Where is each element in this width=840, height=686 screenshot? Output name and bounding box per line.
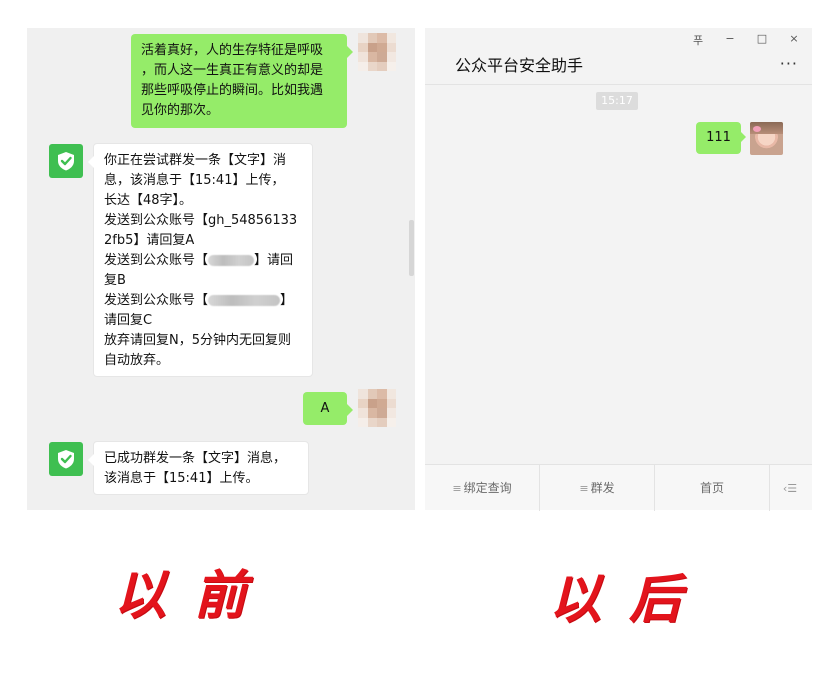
message-line: 发送到公众账号【gh_54856133: [104, 213, 298, 228]
message-line: 长达【48字】。: [104, 193, 193, 208]
user-avatar-photo[interactable]: [750, 122, 783, 155]
message-line: 放弃请回复N，5分钟内无回复则: [104, 333, 291, 348]
message-line: 发送到公众账号【 】请回: [104, 251, 302, 271]
chat-header: 公众平台安全助手 푸 − □ × ···: [425, 28, 812, 85]
message-line: 活着真好，人的生存特征是呼吸: [141, 43, 324, 58]
shield-check-icon[interactable]: [49, 144, 83, 178]
label-after: 以后: [549, 569, 710, 630]
tab-binding-query[interactable]: ≡ 绑定查询: [425, 465, 540, 511]
received-message-bubble[interactable]: 已成功群发一条【文字】消息， 该消息于【15:41】上传。: [88, 441, 309, 495]
blurred-account-name: [208, 255, 255, 266]
hamburger-icon: ≡: [452, 482, 462, 495]
message-text: 111: [706, 130, 731, 145]
keyboard-switch-icon: ‹☰: [782, 482, 798, 495]
message-text: 】请回: [254, 253, 294, 268]
keyboard-toggle-button[interactable]: ‹☰: [770, 465, 812, 511]
message-line: 息，该消息于【15:41】上传，: [104, 173, 285, 188]
message-line: 2fb5】请回复A: [104, 233, 195, 248]
maximize-icon[interactable]: □: [755, 32, 769, 45]
message-line: ，而人这一生真正有意义的却是: [141, 63, 324, 78]
message-text: 】: [280, 293, 294, 308]
pin-icon[interactable]: 푸: [691, 32, 705, 48]
message-line: 已成功群发一条【文字】消息，: [104, 451, 287, 466]
message-line: 那些呼吸停止的瞬间。比如我遇: [141, 83, 324, 98]
message-text: A: [320, 401, 330, 416]
message-line: 自动放弃。: [104, 353, 170, 368]
message-text: 发送到公众账号【: [104, 253, 209, 268]
menu-tabbar: ≡ 绑定查询 ≡ 群发 首页 ‹☰: [425, 464, 812, 511]
tab-label: 群发: [590, 481, 615, 495]
more-options-icon[interactable]: ···: [780, 54, 798, 73]
tab-home[interactable]: 首页: [655, 465, 770, 511]
user-avatar-pixelated[interactable]: [358, 389, 396, 427]
received-message-bubble[interactable]: 你正在尝试群发一条【文字】消 息，该消息于【15:41】上传， 长达【48字】。…: [88, 143, 313, 377]
tab-label: 首页: [699, 481, 724, 495]
hamburger-icon: ≡: [579, 482, 589, 495]
minimize-icon[interactable]: −: [723, 32, 737, 45]
tab-mass-send[interactable]: ≡ 群发: [540, 465, 655, 511]
shield-check-icon[interactable]: [49, 442, 83, 476]
message-line: 请回复C: [104, 313, 153, 328]
scrollbar[interactable]: [409, 220, 414, 276]
message-line: 该消息于【15:41】上传。: [104, 471, 259, 486]
message-line: 发送到公众账号【 】: [104, 291, 302, 311]
after-chat-panel: 公众平台安全助手 푸 − □ × ··· 15:17 111 ≡ 绑定查询 ≡ 群发…: [425, 28, 812, 511]
timestamp: 15:17: [596, 92, 638, 110]
tab-label: 绑定查询: [463, 481, 512, 495]
close-icon[interactable]: ×: [787, 32, 801, 45]
avatar-bow: [753, 126, 761, 132]
blurred-account-name: [208, 295, 281, 306]
sent-message-bubble[interactable]: 活着真好，人的生存特征是呼吸 ，而人这一生真正有意义的却是 那些呼吸停止的瞬间。…: [131, 34, 353, 128]
label-before: 以前: [114, 565, 275, 626]
user-avatar-pixelated[interactable]: [358, 33, 396, 71]
message-line: 复B: [104, 273, 126, 288]
message-line: 你正在尝试群发一条【文字】消: [104, 153, 287, 168]
sent-message-bubble[interactable]: 111: [696, 122, 746, 154]
chat-title: 公众平台安全助手: [455, 56, 584, 75]
message-line: 见你的那次。: [141, 103, 220, 118]
before-chat-panel: 活着真好，人的生存特征是呼吸 ，而人这一生真正有意义的却是 那些呼吸停止的瞬间。…: [27, 28, 415, 510]
message-text: 发送到公众账号【: [104, 293, 209, 308]
sent-message-bubble[interactable]: A: [303, 392, 353, 425]
